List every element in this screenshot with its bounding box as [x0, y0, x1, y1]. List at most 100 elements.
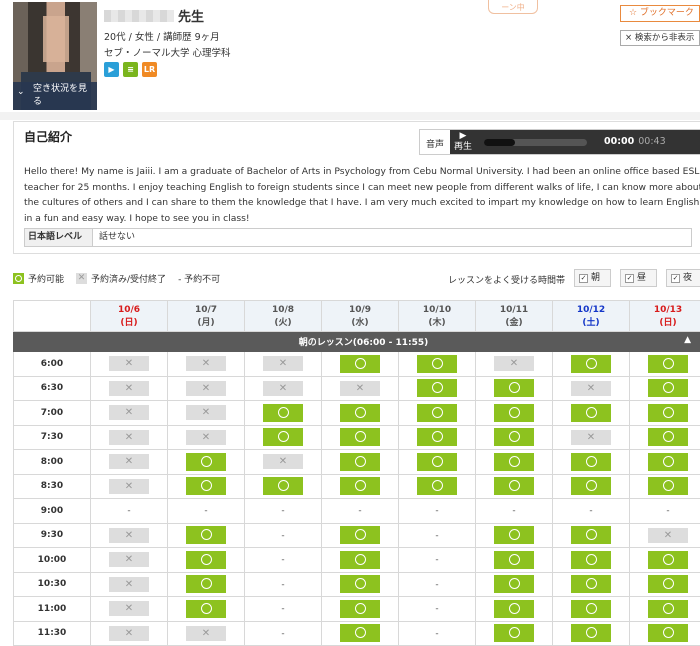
- hide-from-search-button[interactable]: × 検索から非表示: [620, 30, 700, 46]
- slot-cell[interactable]: [168, 548, 245, 573]
- available-slot[interactable]: [494, 428, 534, 446]
- slot-cell[interactable]: [630, 597, 700, 622]
- slot-cell[interactable]: [399, 425, 476, 450]
- slot-cell[interactable]: [476, 597, 553, 622]
- available-slot[interactable]: [648, 428, 688, 446]
- available-slot[interactable]: [186, 575, 226, 593]
- collapse-icon[interactable]: ▲: [684, 335, 691, 345]
- slot-cell[interactable]: [399, 450, 476, 475]
- available-slot[interactable]: [494, 551, 534, 569]
- available-slot[interactable]: [494, 404, 534, 422]
- available-slot[interactable]: [186, 551, 226, 569]
- slot-cell[interactable]: [322, 425, 399, 450]
- slot-cell[interactable]: [322, 352, 399, 377]
- available-slot[interactable]: [417, 453, 457, 471]
- teacher-photo[interactable]: ⌄ 空き状況を見る: [13, 2, 97, 110]
- slot-cell[interactable]: [476, 376, 553, 401]
- available-slot[interactable]: [340, 355, 380, 373]
- available-slot[interactable]: [494, 453, 534, 471]
- available-slot[interactable]: [417, 428, 457, 446]
- slot-cell[interactable]: [553, 523, 630, 548]
- slot-cell[interactable]: [630, 621, 700, 646]
- slot-cell[interactable]: [630, 450, 700, 475]
- available-slot[interactable]: [648, 404, 688, 422]
- available-slot[interactable]: [417, 379, 457, 397]
- available-slot[interactable]: [340, 404, 380, 422]
- available-slot[interactable]: [417, 355, 457, 373]
- available-slot[interactable]: [417, 404, 457, 422]
- available-slot[interactable]: [571, 404, 611, 422]
- available-slot[interactable]: [648, 477, 688, 495]
- slot-cell[interactable]: [553, 401, 630, 426]
- audio-progress-bar[interactable]: [484, 139, 587, 146]
- available-slot[interactable]: [417, 477, 457, 495]
- pref-night-checkbox[interactable]: ✓夜: [666, 269, 700, 287]
- available-slot[interactable]: [648, 624, 688, 642]
- available-slot[interactable]: [648, 453, 688, 471]
- available-slot[interactable]: [648, 379, 688, 397]
- slot-cell[interactable]: [630, 548, 700, 573]
- slot-cell[interactable]: [630, 474, 700, 499]
- slot-cell[interactable]: [476, 450, 553, 475]
- available-slot[interactable]: [494, 575, 534, 593]
- available-slot[interactable]: [263, 404, 303, 422]
- slot-cell[interactable]: [476, 401, 553, 426]
- slot-cell[interactable]: [476, 572, 553, 597]
- availability-button[interactable]: ⌄ 空き状況を見る: [13, 82, 97, 110]
- slot-cell[interactable]: [322, 523, 399, 548]
- slot-cell[interactable]: [168, 597, 245, 622]
- slot-cell[interactable]: [322, 401, 399, 426]
- slot-cell[interactable]: [476, 425, 553, 450]
- slot-cell[interactable]: [245, 474, 322, 499]
- available-slot[interactable]: [186, 453, 226, 471]
- morning-band[interactable]: 朝のレッスン(06:00 - 11:55)▲: [14, 332, 700, 352]
- available-slot[interactable]: [263, 477, 303, 495]
- available-slot[interactable]: [648, 600, 688, 618]
- available-slot[interactable]: [571, 600, 611, 618]
- slot-cell[interactable]: [322, 548, 399, 573]
- slot-cell[interactable]: [322, 572, 399, 597]
- slot-cell[interactable]: [553, 572, 630, 597]
- available-slot[interactable]: [648, 355, 688, 373]
- available-slot[interactable]: [340, 624, 380, 642]
- available-slot[interactable]: [494, 477, 534, 495]
- bookmark-button[interactable]: ☆ ブックマーク: [620, 5, 700, 22]
- pref-noon-checkbox[interactable]: ✓昼: [620, 269, 657, 287]
- slot-cell[interactable]: [630, 376, 700, 401]
- slot-cell[interactable]: [399, 376, 476, 401]
- slot-cell[interactable]: [322, 474, 399, 499]
- available-slot[interactable]: [340, 477, 380, 495]
- slot-cell[interactable]: [476, 474, 553, 499]
- slot-cell[interactable]: [322, 597, 399, 622]
- slot-cell[interactable]: [553, 450, 630, 475]
- available-slot[interactable]: [340, 551, 380, 569]
- slot-cell[interactable]: [399, 474, 476, 499]
- slot-cell[interactable]: [399, 352, 476, 377]
- available-slot[interactable]: [186, 600, 226, 618]
- play-button[interactable]: ▶再生: [454, 131, 472, 153]
- slot-cell[interactable]: [168, 450, 245, 475]
- available-slot[interactable]: [571, 551, 611, 569]
- available-slot[interactable]: [340, 526, 380, 544]
- slot-cell[interactable]: [399, 401, 476, 426]
- available-slot[interactable]: [648, 575, 688, 593]
- slot-cell[interactable]: [630, 352, 700, 377]
- available-slot[interactable]: [494, 600, 534, 618]
- slot-cell[interactable]: [168, 523, 245, 548]
- available-slot[interactable]: [648, 551, 688, 569]
- slot-cell[interactable]: [476, 548, 553, 573]
- slot-cell[interactable]: [476, 523, 553, 548]
- campaign-button[interactable]: ーン中: [488, 0, 538, 14]
- available-slot[interactable]: [340, 453, 380, 471]
- available-slot[interactable]: [571, 575, 611, 593]
- available-slot[interactable]: [571, 453, 611, 471]
- available-slot[interactable]: [571, 477, 611, 495]
- slot-cell[interactable]: [322, 621, 399, 646]
- slot-cell[interactable]: [630, 572, 700, 597]
- slot-cell[interactable]: [553, 474, 630, 499]
- slot-cell[interactable]: [553, 621, 630, 646]
- available-slot[interactable]: [494, 624, 534, 642]
- available-slot[interactable]: [571, 355, 611, 373]
- slot-cell[interactable]: [553, 548, 630, 573]
- available-slot[interactable]: [340, 600, 380, 618]
